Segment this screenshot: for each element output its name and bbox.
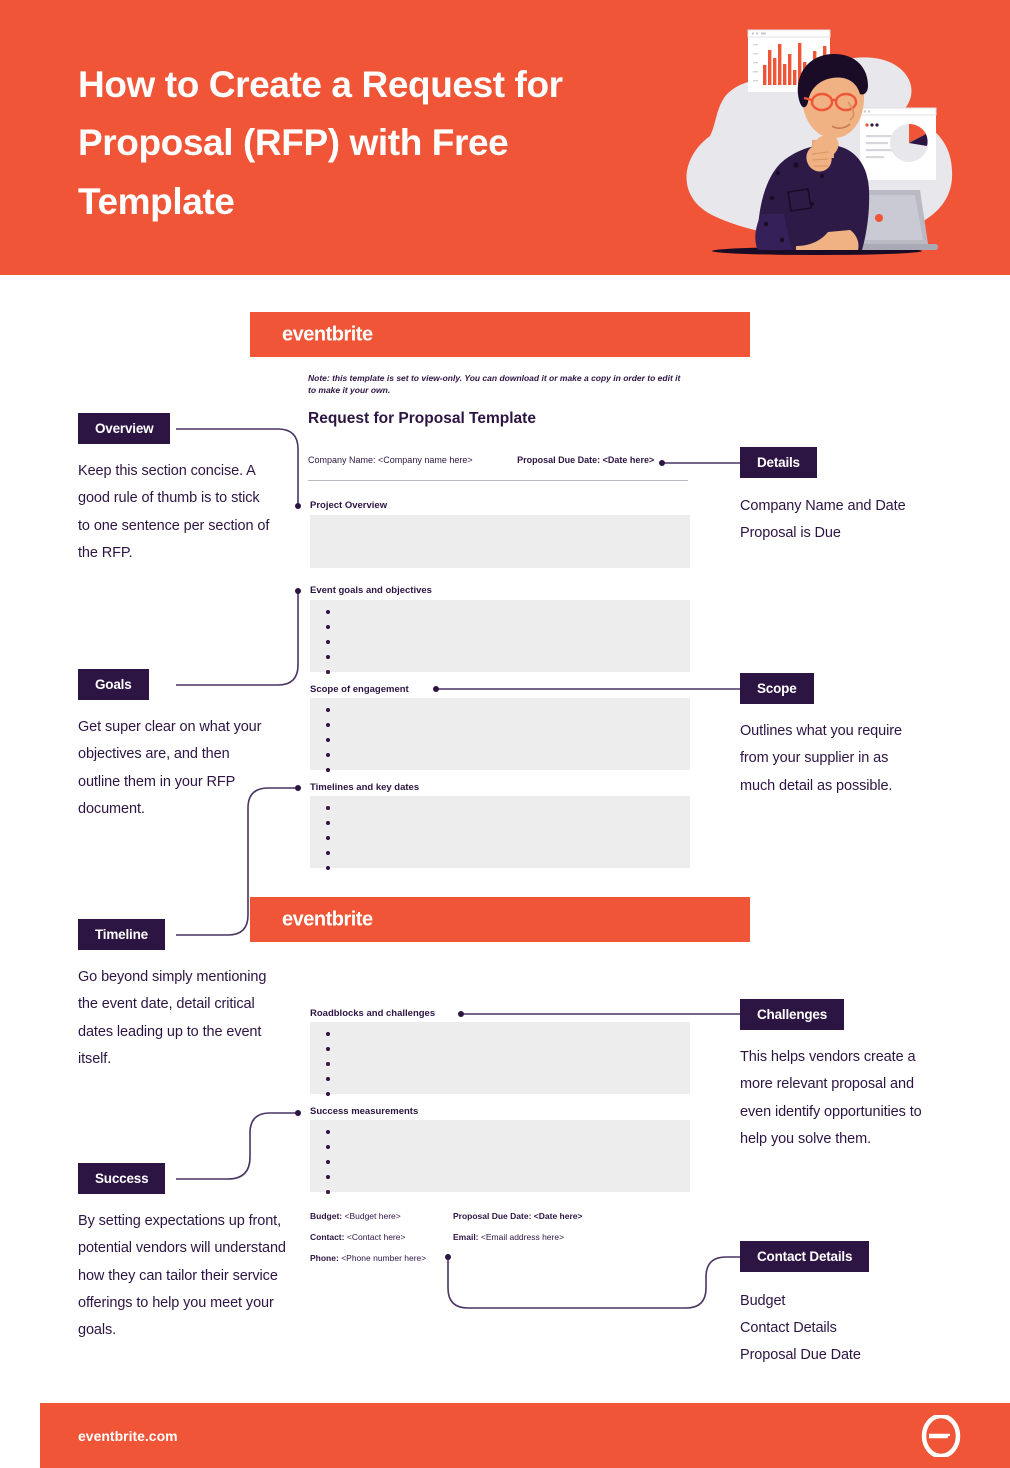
page-title: How to Create a Request for Proposal (RF… [78, 64, 563, 222]
template-header-bar-bottom: eventbrite [250, 897, 750, 942]
callout-text-timeline: Go beyond simply mentioning the event da… [78, 969, 267, 1067]
company-name-value: <Company name here> [378, 455, 473, 465]
email-field: Email: <Email address here> [453, 1233, 564, 1242]
field-box-scope[interactable] [310, 698, 690, 772]
phone-field: Phone: <Phone number here> [310, 1254, 426, 1263]
company-and-date-row: Company Name: <Company name here> Propos… [308, 455, 688, 465]
contact-row-phone: Phone: <Phone number here> [310, 1254, 710, 1275]
due-date-label: Proposal Due Date: [517, 455, 601, 465]
eventbrite-e-logo-icon [920, 1413, 962, 1458]
callout-text-success: By setting expectations up front, potent… [78, 1213, 286, 1338]
callout-badge-scope[interactable]: Scope [740, 673, 814, 704]
budget-field: Budget: <Budget here> [310, 1212, 401, 1221]
callout-badge-timeline[interactable]: Timeline [78, 919, 165, 950]
callout-badge-details[interactable]: Details [740, 447, 817, 478]
contact-row-contact: Contact: <Contact here> Email: <Email ad… [310, 1233, 710, 1254]
proposal-due-date-label: Proposal Due Date: [453, 1211, 532, 1221]
field-label-project-overview: Project Overview [310, 500, 388, 511]
hero-banner: How to Create a Request for Proposal (RF… [0, 0, 1010, 275]
footer-url[interactable]: eventbrite.com [78, 1428, 178, 1444]
field-label-roadblocks: Roadblocks and challenges [310, 1008, 436, 1019]
callout-text-challenges: This helps vendors create a more relevan… [740, 1049, 922, 1147]
callout-badge-challenges[interactable]: Challenges [740, 999, 845, 1030]
contact-row-budget: Budget: <Budget here> Proposal Due Date:… [310, 1212, 710, 1233]
infographic-page: How to Create a Request for Proposal (RF… [0, 0, 1010, 1468]
bullet-list [310, 600, 690, 674]
phone-label: Phone: [310, 1253, 339, 1263]
field-box-event-goals[interactable] [310, 600, 690, 674]
contact-details-block: Budget: <Budget here> Proposal Due Date:… [310, 1212, 710, 1275]
bullet-list [310, 1022, 690, 1096]
contact-value: <Contact here> [346, 1232, 406, 1242]
field-label-event-goals: Event goals and objectives [310, 585, 432, 596]
budget-value: <Budget here> [344, 1211, 401, 1221]
callout-text-goals: Get super clear on what your objectives … [78, 719, 262, 817]
field-label-timelines: Timelines and key dates [310, 782, 420, 793]
field-box-success[interactable] [310, 1120, 690, 1194]
phone-value: <Phone number here> [341, 1253, 427, 1263]
callout-badge-goals[interactable]: Goals [78, 669, 149, 700]
template-header-bar-top: eventbrite [250, 312, 750, 357]
proposal-due-date-field: Proposal Due Date: <Date here> [453, 1212, 582, 1221]
callout-badge-overview[interactable]: Overview [78, 413, 171, 444]
field-box-roadblocks[interactable] [310, 1022, 690, 1096]
contact-field: Contact: <Contact here> [310, 1233, 405, 1242]
callout-badge-contact-details[interactable]: Contact Details [740, 1241, 870, 1272]
bullet-list [310, 1120, 690, 1194]
template-title: Request for Proposal Template [308, 410, 536, 427]
field-box-project-overview[interactable] [310, 515, 690, 568]
company-name-label: Company Name: [308, 455, 376, 465]
callout-text-contact-details: Budget Contact Details Proposal Due Date [740, 1293, 861, 1363]
eventbrite-wordmark: eventbrite [282, 908, 373, 930]
field-label-success: Success measurements [310, 1106, 419, 1117]
contact-label: Contact: [310, 1232, 345, 1242]
callout-badge-success[interactable]: Success [78, 1163, 166, 1194]
callout-text-overview: Keep this section concise. A good rule o… [78, 463, 270, 561]
bullet-list [310, 796, 690, 870]
field-box-timelines[interactable] [310, 796, 690, 870]
footer-bar: eventbrite.com [40, 1403, 1010, 1468]
eventbrite-wordmark: eventbrite [282, 323, 373, 345]
bullet-list [310, 698, 690, 772]
template-note: Note: this template is set to view-only.… [308, 373, 681, 396]
budget-label: Budget: [310, 1211, 343, 1221]
field-label-scope: Scope of engagement [310, 684, 409, 695]
due-date-value: <Date here> [602, 455, 655, 465]
callout-text-details: Company Name and Date Proposal is Due [740, 498, 906, 542]
email-label: Email: [453, 1232, 479, 1242]
proposal-due-date-value: <Date here> [533, 1211, 583, 1221]
person-at-laptop-with-charts-illustration [662, 18, 962, 263]
divider-line [308, 480, 688, 481]
email-value: <Email address here> [480, 1232, 565, 1242]
callout-text-scope: Outlines what you require from your supp… [740, 723, 902, 794]
